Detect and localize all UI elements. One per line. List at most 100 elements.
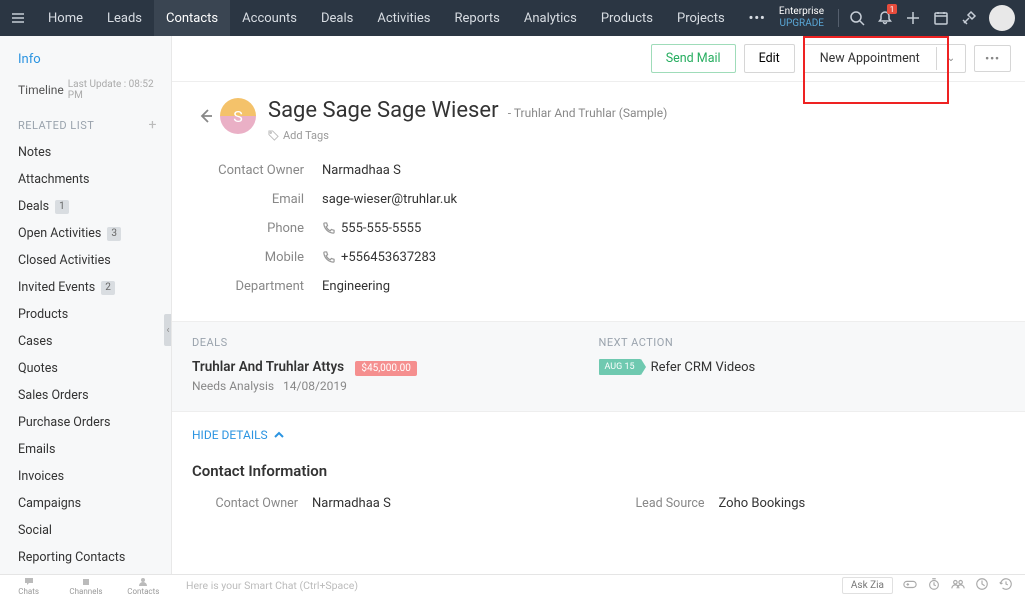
count-badge: 1 [55,200,69,214]
gamepad-icon[interactable] [903,577,917,594]
sidebar-item-closed-activities[interactable]: Closed Activities [18,253,157,268]
sidebar-item-cases[interactable]: Cases [18,334,157,349]
nav-more-icon[interactable]: ••• [737,11,778,26]
add-tags-link[interactable]: Add Tags [268,129,667,142]
mobile-label: Mobile [192,250,322,265]
timeline-label: Timeline [18,83,64,97]
nav-tab-accounts[interactable]: Accounts [230,0,309,36]
ci-leadsource-label: Lead Source [599,496,719,511]
notification-bell-icon[interactable]: 1 [871,0,899,36]
sidebar-item-reporting-contacts[interactable]: Reporting Contacts [18,550,157,565]
nav-tab-deals[interactable]: Deals [309,0,365,36]
sidebar-item-sales-orders[interactable]: Sales Orders [18,388,157,403]
sidebar-item-products[interactable]: Products [18,307,157,322]
phone-icon [322,251,335,264]
history-icon[interactable] [999,577,1013,594]
edit-button[interactable]: Edit [744,44,795,73]
smart-chat-hint: Here is your Smart Chat (Ctrl+Space) [186,579,842,592]
plus-icon[interactable] [899,0,927,36]
next-action-summary: NEXT ACTION AUG 15 Refer CRM Videos [599,336,1006,393]
nav-tabs: HomeLeadsContactsAccountsDealsActivities… [36,0,737,36]
nav-tab-activities[interactable]: Activities [365,0,442,36]
ci-owner-label: Contact Owner [192,496,312,511]
nav-tab-contacts[interactable]: Contacts [154,0,230,36]
next-action-text[interactable]: Refer CRM Videos [651,360,756,375]
new-appointment-dropdown-icon[interactable]: ⌄ [936,47,965,70]
nav-tab-products[interactable]: Products [589,0,665,36]
deal-title[interactable]: Truhlar And Truhlar Attys [192,359,344,375]
phone-value[interactable]: 555-555-5555 [341,221,421,236]
nav-tab-home[interactable]: Home [36,0,95,36]
sidebar-item-social[interactable]: Social [18,523,157,538]
nav-tab-analytics[interactable]: Analytics [512,0,589,36]
upgrade-link[interactable]: UPGRADE [779,18,824,30]
phone-icon [322,222,335,235]
record-company: - Truhlar And Truhlar (Sample) [508,106,668,120]
deal-amount-badge: $45,000.00 [355,361,417,376]
summary-band: DEALS Truhlar And Truhlar Attys $45,000.… [172,321,1025,412]
ask-zia-button[interactable]: Ask Zia [842,577,893,594]
footer-tabs: ChatsChannelsContacts [0,575,172,596]
deals-header: DEALS [192,336,599,349]
nav-tab-projects[interactable]: Projects [665,0,737,36]
sidebar-info-link[interactable]: Info [18,52,157,67]
topbar-right: Enterprise UPGRADE 1 [779,0,1025,36]
record-header: S Sage Sage Sage Wieser - Truhlar And Tr… [172,82,1025,146]
sidebar-item-purchase-orders[interactable]: Purchase Orders [18,415,157,430]
stopwatch-icon[interactable] [927,577,941,594]
tools-icon[interactable] [955,0,983,36]
sidebar-item-deals[interactable]: Deals1 [18,199,157,214]
sidebar-collapse-handle[interactable] [164,314,172,346]
record-fields: Contact OwnerNarmadhaa S Emailsage-wiese… [172,146,1025,321]
calendar-icon[interactable] [927,0,955,36]
nav-tab-leads[interactable]: Leads [95,0,154,36]
contact-info-grid: Contact OwnerNarmadhaa S Lead SourceZoho… [172,490,1025,517]
record-avatar: S [220,98,256,134]
sidebar-item-quotes[interactable]: Quotes [18,361,157,376]
mobile-value[interactable]: +556453637283 [341,250,436,265]
deals-summary: DEALS Truhlar And Truhlar Attys $45,000.… [192,336,599,393]
sidebar-item-notes[interactable]: Notes [18,145,157,160]
plan-name: Enterprise [779,6,824,18]
hide-details-toggle[interactable]: HIDE DETAILS [172,412,1025,456]
user-avatar[interactable] [989,5,1015,31]
sidebar-item-invoices[interactable]: Invoices [18,469,157,484]
more-actions-button[interactable]: ••• [974,45,1011,72]
add-related-icon[interactable]: + [149,117,157,133]
main-content: Send Mail Edit New Appointment ⌄ ••• S S… [172,36,1025,574]
clock-icon[interactable] [975,577,989,594]
phone-label: Phone [192,221,322,236]
send-mail-button[interactable]: Send Mail [651,44,736,73]
plan-block: Enterprise UPGRADE [779,6,824,30]
footer-tab-chats[interactable]: Chats [0,575,57,596]
sidebar-item-campaigns[interactable]: Campaigns [18,496,157,511]
sidebar-timeline[interactable]: Timeline Last Update : 08:52 PM [18,79,157,101]
sidebar-item-emails[interactable]: Emails [18,442,157,457]
chevron-up-icon [274,430,284,440]
email-value[interactable]: sage-wieser@truhlar.uk [322,192,457,207]
new-appointment-button[interactable]: New Appointment [804,45,936,72]
sidebar-item-open-activities[interactable]: Open Activities3 [18,226,157,241]
people-icon[interactable] [951,577,965,594]
search-icon[interactable] [843,0,871,36]
footer-tab-channels[interactable]: Channels [57,575,114,596]
top-navigation: HomeLeadsContactsAccountsDealsActivities… [0,0,1025,36]
owner-value: Narmadhaa S [322,163,401,178]
count-badge: 3 [107,227,121,241]
count-badge: 2 [101,281,115,295]
left-sidebar: Info Timeline Last Update : 08:52 PM REL… [0,36,172,574]
deal-subtext: Needs Analysis 14/08/2019 [192,379,599,393]
sidebar-item-attachments[interactable]: Attachments [18,172,157,187]
sidebar-item-invited-events[interactable]: Invited Events2 [18,280,157,295]
hamburger-menu-icon[interactable] [0,10,36,26]
nav-tab-reports[interactable]: Reports [443,0,512,36]
notification-badge: 1 [887,4,897,14]
next-action-date-badge: AUG 15 [599,359,641,375]
owner-label: Contact Owner [192,163,322,178]
footer-tab-contacts[interactable]: Contacts [115,575,172,596]
separator [838,9,839,27]
record-name: Sage Sage Sage Wieser [268,98,499,123]
back-arrow-icon[interactable] [192,98,220,134]
tag-icon [268,130,279,141]
dept-label: Department [192,279,322,294]
